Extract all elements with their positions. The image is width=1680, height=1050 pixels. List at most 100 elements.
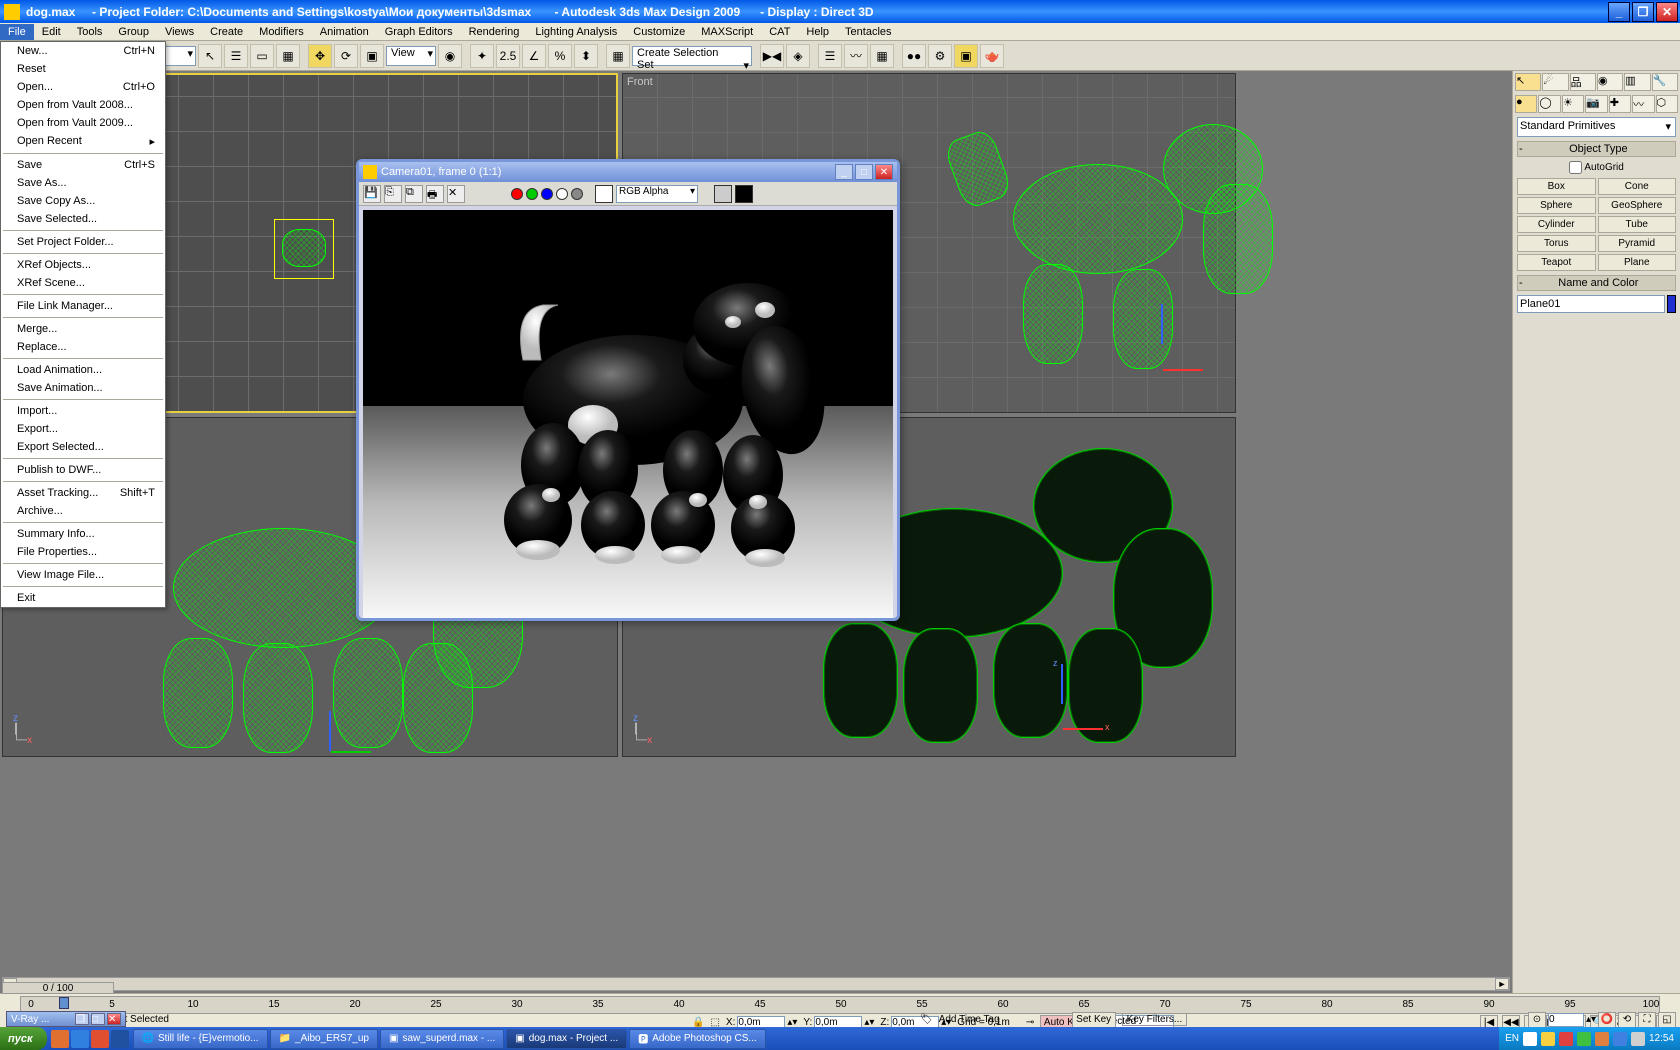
file-menu-item[interactable]: Asset Tracking...Shift+T <box>1 484 165 502</box>
file-menu-item[interactable]: File Properties... <box>1 543 165 561</box>
ref-coord-dropdown[interactable]: View <box>386 46 436 66</box>
hierarchy-tab[interactable]: 品 <box>1570 73 1596 91</box>
time-slider[interactable] <box>59 997 69 1009</box>
mirror-button[interactable]: ▶◀ <box>760 44 784 68</box>
save-image-button[interactable]: 💾 <box>363 185 381 203</box>
angle-snap-button[interactable]: ∠ <box>522 44 546 68</box>
nav-arc-rotate-button[interactable]: ⭕ <box>1598 1012 1616 1028</box>
named-sel-button[interactable]: ▦ <box>606 44 630 68</box>
file-menu-item[interactable]: Replace... <box>1 338 165 356</box>
language-indicator[interactable]: EN <box>1505 1033 1519 1044</box>
nav-max-toggle-button[interactable]: ⛶ <box>1638 1012 1656 1028</box>
spinner-snap-button[interactable]: ⬍ <box>574 44 598 68</box>
green-channel-button[interactable] <box>526 188 538 200</box>
pyramid-button[interactable]: Pyramid <box>1598 235 1677 252</box>
material-editor-button[interactable]: ●● <box>902 44 926 68</box>
file-menu-item[interactable]: File Link Manager... <box>1 297 165 315</box>
render-frame-window[interactable]: Camera01, frame 0 (1:1) _ □ ✕ 💾 ⎘ ⧉ 🖶 ✕ … <box>356 159 900 621</box>
file-menu-item[interactable]: Set Project Folder... <box>1 233 165 251</box>
cone-button[interactable]: Cone <box>1598 178 1677 195</box>
file-menu-item[interactable]: XRef Objects... <box>1 256 165 274</box>
select-name-button[interactable]: ☰ <box>224 44 248 68</box>
nav-min-max-button[interactable]: ◱ <box>1658 1012 1676 1028</box>
helpers-tab[interactable]: ✚ <box>1609 95 1631 113</box>
add-time-tag-label[interactable]: Add Time Tag <box>939 1014 1000 1025</box>
geometry-tab[interactable]: ● <box>1515 95 1537 113</box>
spacewarps-tab[interactable]: 〰 <box>1632 95 1654 113</box>
file-menu-item[interactable]: Reset <box>1 60 165 78</box>
display-tab[interactable]: ▥ <box>1624 73 1650 91</box>
file-menu-item[interactable]: View Image File... <box>1 566 165 584</box>
cameras-tab[interactable]: 📷 <box>1585 95 1607 113</box>
file-menu-item[interactable]: Merge... <box>1 320 165 338</box>
menu-help[interactable]: Help <box>798 24 837 40</box>
file-menu-item[interactable]: XRef Scene... <box>1 274 165 292</box>
menu-cat[interactable]: CAT <box>761 24 798 40</box>
menu-customize[interactable]: Customize <box>625 24 693 40</box>
vray-restore-button[interactable]: ❐ <box>75 1013 89 1025</box>
object-color-swatch[interactable] <box>1667 295 1676 313</box>
tray-icon[interactable] <box>1577 1032 1591 1046</box>
taskbar-button[interactable]: 📁_Aibo_ERS7_up <box>270 1029 378 1049</box>
shapes-tab[interactable]: ◯ <box>1538 95 1560 113</box>
file-menu-item[interactable]: Save Copy As... <box>1 192 165 210</box>
rotate-button[interactable]: ⟳ <box>334 44 358 68</box>
autogrid-checkbox[interactable] <box>1569 161 1582 174</box>
set-key-button[interactable]: Set Key <box>1072 1012 1116 1028</box>
file-menu-item[interactable]: SaveCtrl+S <box>1 156 165 174</box>
key-filters-button[interactable]: Key Filters... <box>1122 1013 1188 1026</box>
channel-dropdown[interactable]: RGB Alpha <box>616 185 698 203</box>
file-menu-item[interactable]: Export... <box>1 420 165 438</box>
maximize-button[interactable]: ❐ <box>1632 2 1654 22</box>
percent-snap-button[interactable]: % <box>548 44 572 68</box>
horizontal-scrollbar[interactable]: ◄ ► <box>2 977 1510 991</box>
name-color-rollout[interactable]: -Name and Color <box>1517 275 1676 291</box>
schematic-button[interactable]: ▦ <box>870 44 894 68</box>
tray-icon[interactable] <box>1559 1032 1573 1046</box>
file-menu-item[interactable]: Load Animation... <box>1 361 165 379</box>
menu-views[interactable]: Views <box>157 24 202 40</box>
file-menu-item[interactable]: Summary Info... <box>1 525 165 543</box>
vray-minimized-window[interactable]: V-Ray ... ❐ □ ✕ <box>6 1011 126 1027</box>
scale-button[interactable]: ▣ <box>360 44 384 68</box>
rect-select-button[interactable]: ▭ <box>250 44 274 68</box>
file-menu-item[interactable]: Open from Vault 2009... <box>1 114 165 132</box>
render-minimize-button[interactable]: _ <box>835 164 853 180</box>
window-crossing-button[interactable]: ▦ <box>276 44 300 68</box>
file-menu-item[interactable]: Open...Ctrl+O <box>1 78 165 96</box>
object-type-rollout[interactable]: -Object Type <box>1517 141 1676 157</box>
select-button[interactable]: ↖ <box>198 44 222 68</box>
align-button[interactable]: ◈ <box>786 44 810 68</box>
menu-graph-editors[interactable]: Graph Editors <box>377 24 461 40</box>
pivot-button[interactable]: ◉ <box>438 44 462 68</box>
copy-image-button[interactable]: ⎘ <box>384 185 402 203</box>
clone-image-button[interactable]: ⧉ <box>405 185 423 203</box>
file-menu-item[interactable]: New...Ctrl+N <box>1 42 165 60</box>
taskbar-button[interactable]: 🌐Still life - {E}vermotio... <box>133 1029 268 1049</box>
named-selection-dropdown[interactable]: Create Selection Set <box>632 46 752 66</box>
taskbar-button[interactable]: 🅿Adobe Photoshop CS... <box>629 1029 766 1049</box>
red-channel-button[interactable] <box>511 188 523 200</box>
render-window-titlebar[interactable]: Camera01, frame 0 (1:1) _ □ ✕ <box>359 162 897 182</box>
render-maximize-button[interactable]: □ <box>855 164 873 180</box>
add-time-tag-icon[interactable]: 🏷 <box>920 1014 933 1025</box>
file-menu-item[interactable]: Open from Vault 2008... <box>1 96 165 114</box>
file-menu-item[interactable]: Archive... <box>1 502 165 520</box>
file-menu-item[interactable]: Import... <box>1 402 165 420</box>
render-production-button[interactable]: 🫖 <box>980 44 1004 68</box>
utilities-tab[interactable]: 🔧 <box>1652 73 1678 91</box>
snap-button[interactable]: 2.5 <box>496 44 520 68</box>
taskbar-button[interactable]: ▣saw_superd.max - ... <box>380 1029 504 1049</box>
alpha-channel-button[interactable] <box>556 188 568 200</box>
file-menu-item[interactable]: Save Animation... <box>1 379 165 397</box>
tray-icon[interactable] <box>1613 1032 1627 1046</box>
menu-file[interactable]: File <box>0 24 34 40</box>
teapot-button[interactable]: Teapot <box>1517 254 1596 271</box>
motion-tab[interactable]: ◉ <box>1597 73 1623 91</box>
menu-lighting-analysis[interactable]: Lighting Analysis <box>527 24 625 40</box>
current-frame-input[interactable] <box>1548 1013 1584 1027</box>
minimize-button[interactable]: _ <box>1608 2 1630 22</box>
quicklaunch-icon[interactable] <box>91 1030 109 1048</box>
blue-channel-button[interactable] <box>541 188 553 200</box>
file-menu-item[interactable]: Exit <box>1 589 165 607</box>
